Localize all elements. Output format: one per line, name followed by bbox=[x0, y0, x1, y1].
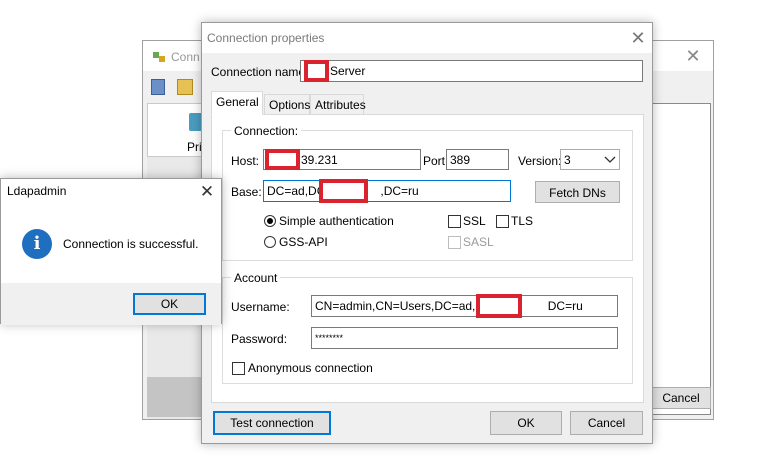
ssl-checkbox[interactable] bbox=[448, 215, 461, 228]
tab-attributes[interactable]: Attributes bbox=[310, 94, 366, 116]
username-field[interactable]: CN=admin,CN=Users,DC=ad,DC= DC=ru bbox=[311, 295, 618, 317]
fetch-dns-button[interactable]: Fetch DNs bbox=[535, 181, 620, 203]
dialog-title: Connection properties bbox=[207, 31, 325, 45]
list-item-label: Pri bbox=[187, 140, 202, 154]
sasl-checkbox bbox=[448, 236, 461, 249]
message-ok-button[interactable]: OK bbox=[133, 293, 206, 315]
close-icon[interactable]: ✕ bbox=[196, 181, 218, 203]
details-pane bbox=[651, 103, 711, 415]
anonymous-checkbox[interactable] bbox=[232, 362, 245, 375]
gssapi-label: GSS-API bbox=[279, 235, 328, 249]
password-field[interactable]: ******** bbox=[311, 327, 618, 349]
ssl-label: SSL bbox=[463, 214, 486, 228]
username-label: Username: bbox=[231, 300, 290, 314]
close-icon[interactable]: ✕ bbox=[681, 45, 705, 67]
sasl-label: SASL bbox=[463, 235, 494, 249]
port-field[interactable]: 389 bbox=[446, 149, 509, 170]
redaction-box bbox=[265, 149, 300, 170]
account-group-title: Account bbox=[231, 271, 281, 285]
ok-button[interactable]: OK bbox=[490, 411, 562, 435]
base-field[interactable]: DC=ad,DC= ,DC=ru bbox=[263, 180, 511, 202]
info-icon: i bbox=[22, 229, 52, 259]
tls-label: TLS bbox=[511, 214, 534, 228]
message-box: Ldapadmin ✕ i Connection is successful. … bbox=[0, 178, 222, 325]
connection-name-field[interactable]: Server bbox=[300, 60, 643, 82]
toolbar-document-icon[interactable] bbox=[151, 79, 165, 95]
version-label: Version: bbox=[518, 154, 562, 168]
message-box-title: Ldapadmin bbox=[7, 184, 67, 198]
tab-options[interactable]: Options bbox=[264, 94, 310, 116]
gssapi-radio[interactable] bbox=[264, 236, 276, 248]
connection-properties-dialog: Connection properties ✕ Connection name:… bbox=[201, 22, 653, 444]
redaction-box bbox=[304, 60, 329, 82]
chevron-down-icon bbox=[603, 153, 617, 165]
simple-auth-radio[interactable] bbox=[264, 215, 276, 227]
tls-checkbox[interactable] bbox=[496, 215, 509, 228]
anonymous-label: Anonymous connection bbox=[248, 361, 373, 375]
message-text: Connection is successful. bbox=[63, 237, 199, 251]
tab-general[interactable]: General bbox=[211, 91, 263, 115]
close-icon[interactable]: ✕ bbox=[626, 27, 650, 49]
app-icon bbox=[152, 50, 166, 64]
connection-name-label: Connection name: bbox=[211, 65, 309, 79]
background-cancel-button[interactable]: Cancel bbox=[651, 387, 711, 409]
password-label: Password: bbox=[231, 332, 288, 346]
background-window-title: Conn bbox=[171, 50, 200, 64]
port-label: Port: bbox=[423, 154, 449, 168]
simple-auth-label: Simple authentication bbox=[279, 214, 394, 228]
host-label: Host: bbox=[231, 154, 260, 168]
base-label: Base: bbox=[231, 185, 262, 199]
toolbar-open-folder-icon[interactable] bbox=[177, 79, 193, 95]
test-connection-button[interactable]: Test connection bbox=[213, 411, 331, 435]
redaction-box bbox=[476, 294, 522, 318]
list-footer bbox=[147, 377, 207, 417]
redaction-box bbox=[319, 179, 368, 203]
cancel-button[interactable]: Cancel bbox=[570, 411, 643, 435]
tab-page-general: Connection: Host: 39.231 Port: 389 Versi… bbox=[211, 114, 644, 403]
connection-group-title: Connection: bbox=[231, 124, 302, 138]
